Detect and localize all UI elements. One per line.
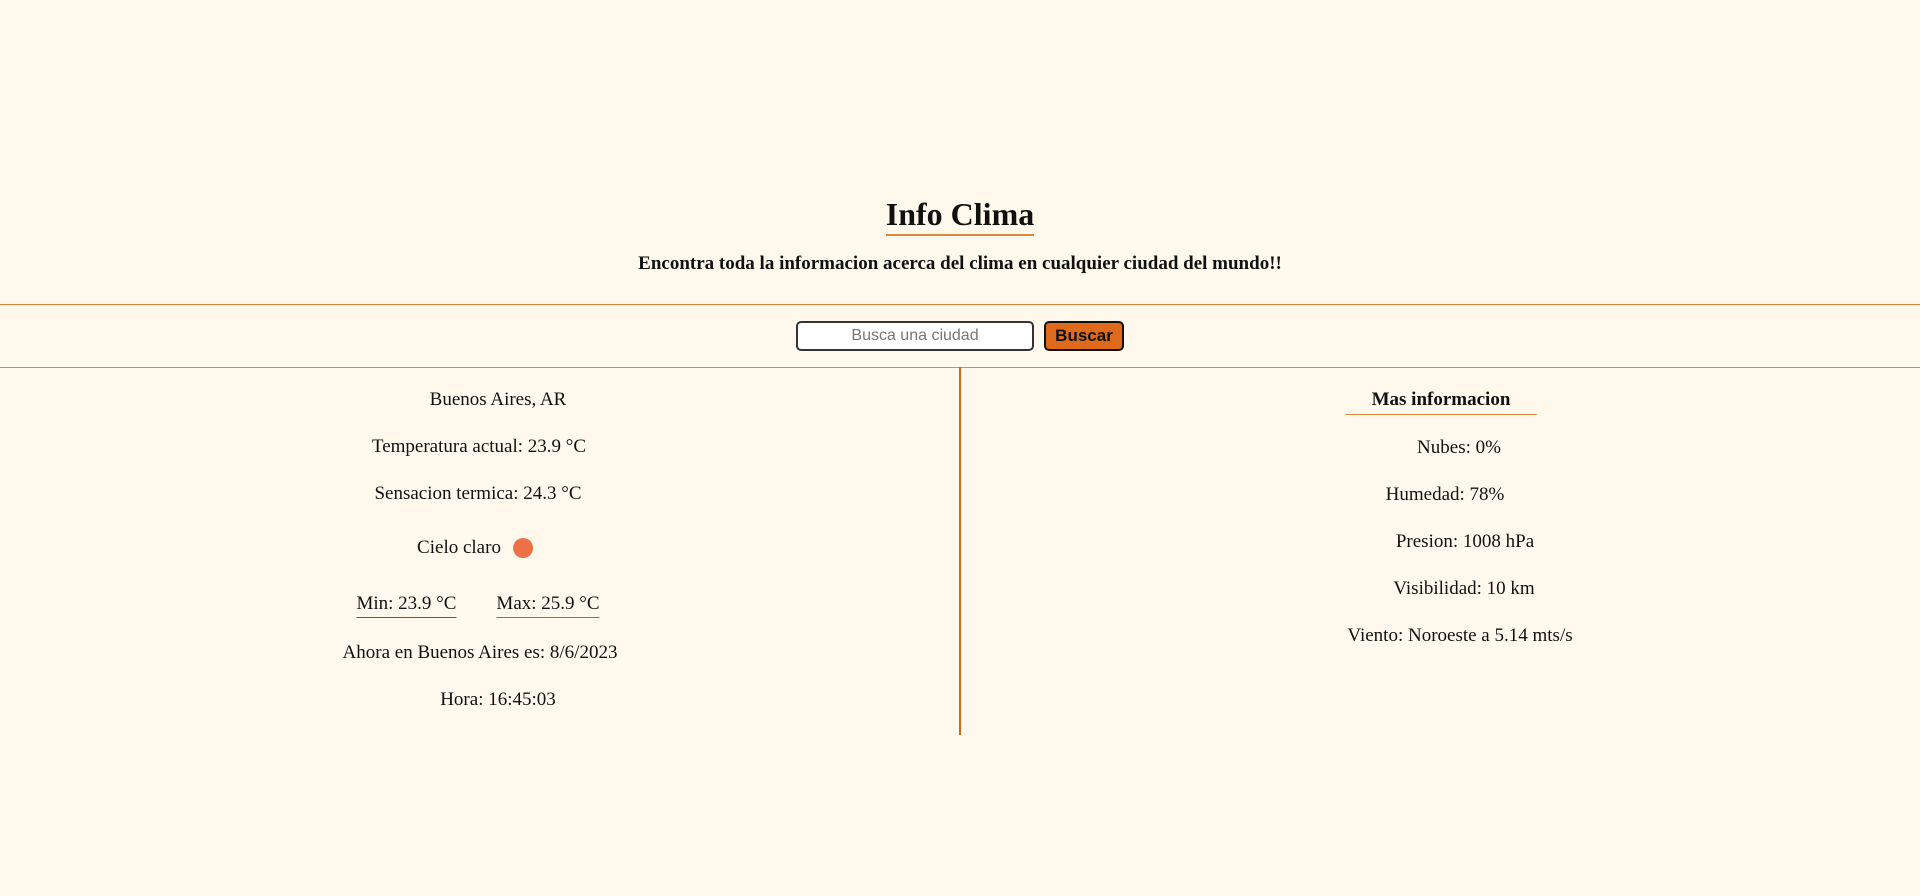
sky-condition-label: Cielo claro bbox=[417, 537, 501, 558]
sky-condition: Cielo claro bbox=[417, 536, 533, 560]
search-input[interactable] bbox=[796, 321, 1034, 351]
min-temperature: Min: 23.9 °C bbox=[356, 592, 457, 618]
panel-divider bbox=[959, 367, 961, 735]
wind-value: Viento: Noroeste a 5.14 mts/s bbox=[1347, 625, 1573, 646]
pressure-value: Presion: 1008 hPa bbox=[1395, 531, 1535, 552]
visibility-value: Visibilidad: 10 km bbox=[1393, 578, 1535, 599]
page-title: Info Clima bbox=[885, 196, 1035, 236]
max-temperature: Max: 25.9 °C bbox=[496, 592, 600, 618]
more-info-title: Mas informacion bbox=[1345, 388, 1537, 415]
clouds-value: Nubes: 0% bbox=[1417, 437, 1501, 458]
city-name: Buenos Aires, AR bbox=[429, 389, 567, 410]
search-bar: Buscar bbox=[0, 321, 1920, 351]
weather-page: Info Clima Encontra toda la informacion … bbox=[0, 0, 1920, 896]
divider-top bbox=[0, 304, 1920, 305]
weather-dot-icon bbox=[512, 538, 533, 558]
local-date: Ahora en Buenos Aires es: 8/6/2023 bbox=[342, 642, 618, 663]
page-subtitle: Encontra toda la informacion acerca del … bbox=[638, 253, 1282, 274]
humidity-value: Humedad: 78% bbox=[1385, 484, 1505, 505]
feels-like-temperature: Sensacion termica: 24.3 °C bbox=[374, 483, 582, 504]
min-max-temperatures: Min: 23.9 °C Max: 25.9 °C bbox=[356, 592, 600, 618]
search-button[interactable]: Buscar bbox=[1044, 321, 1124, 351]
current-temperature: Temperatura actual: 23.9 °C bbox=[371, 436, 587, 457]
local-time: Hora: 16:45:03 bbox=[440, 689, 556, 710]
